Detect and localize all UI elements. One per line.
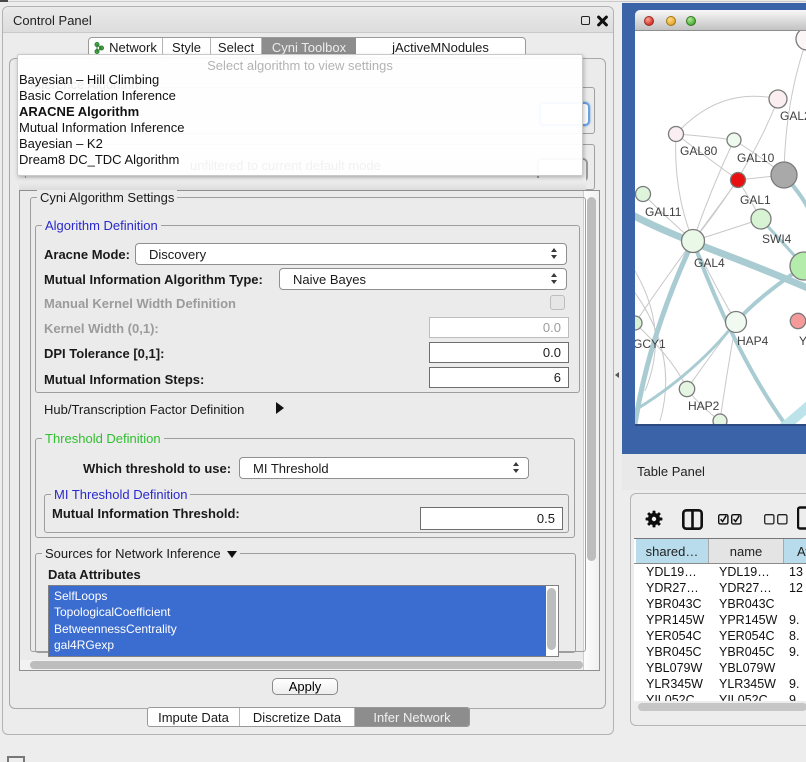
svg-text:GAL11: GAL11 [645, 205, 682, 219]
svg-text:GAL10: GAL10 [737, 151, 775, 165]
svg-text:GAL80: GAL80 [680, 144, 718, 158]
svg-text:HAP2: HAP2 [688, 399, 720, 413]
svg-text:GAL4: GAL4 [694, 256, 725, 270]
svg-text:YB: YB [799, 334, 806, 348]
svg-text:SWI4: SWI4 [762, 232, 792, 246]
svg-text:GAL1: GAL1 [740, 193, 771, 207]
svg-text:GCY1: GCY1 [635, 337, 666, 351]
svg-text:HAP4: HAP4 [737, 334, 769, 348]
svg-text:GAL2: GAL2 [780, 109, 806, 123]
